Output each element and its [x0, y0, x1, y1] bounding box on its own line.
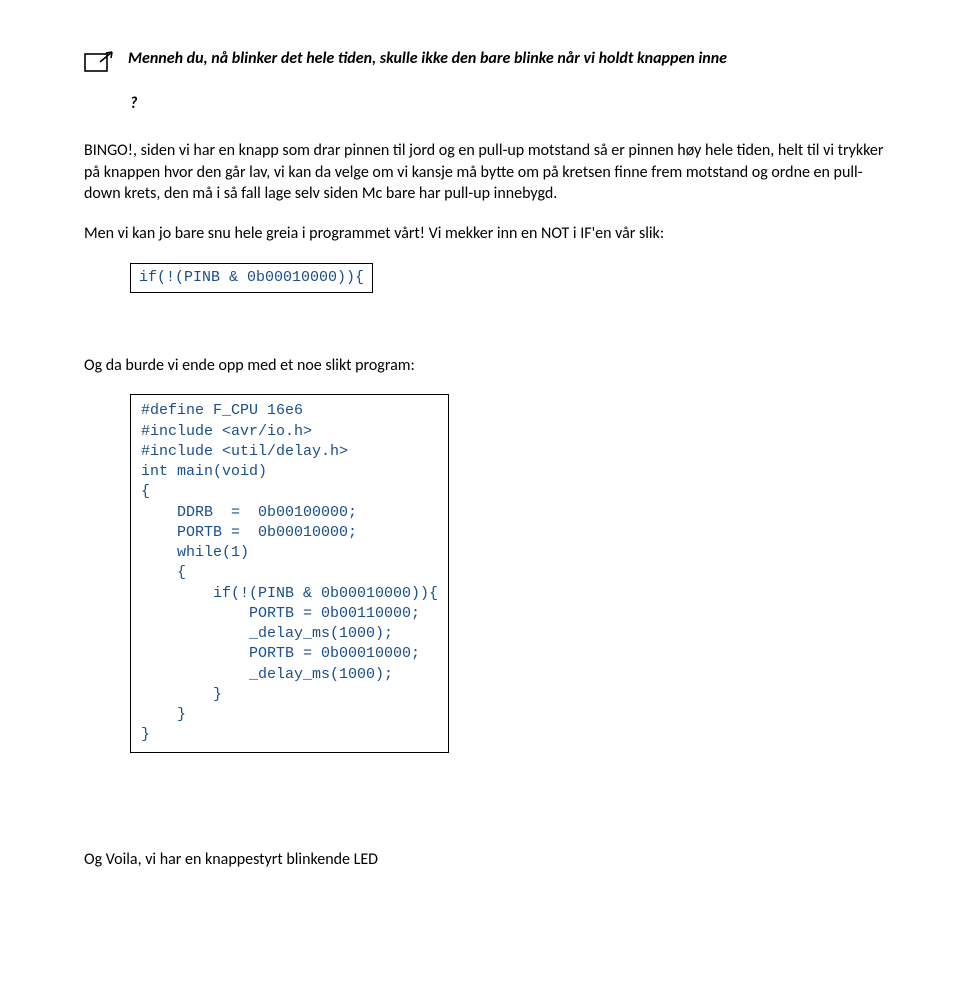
paragraph-bingo: BINGO!, siden vi har en knapp som drar p…: [84, 140, 888, 205]
arrow-box-icon: [84, 50, 114, 79]
callout-question: ?: [130, 93, 888, 115]
callout-row: Menneh du, nå blinker det hele tiden, sk…: [84, 48, 888, 79]
code-snippet-1: if(!(PINB & 0b00010000)){: [130, 263, 373, 293]
paragraph-voila: Og Voila, vi har en knappestyrt blinkend…: [84, 849, 888, 871]
callout-text: Menneh du, nå blinker det hele tiden, sk…: [128, 48, 727, 70]
paragraph-ogda: Og da burde vi ende opp med et noe slikt…: [84, 355, 888, 377]
paragraph-menvi: Men vi kan jo bare snu hele greia i prog…: [84, 223, 888, 245]
code-snippet-2: #define F_CPU 16e6 #include <avr/io.h> #…: [130, 394, 449, 752]
